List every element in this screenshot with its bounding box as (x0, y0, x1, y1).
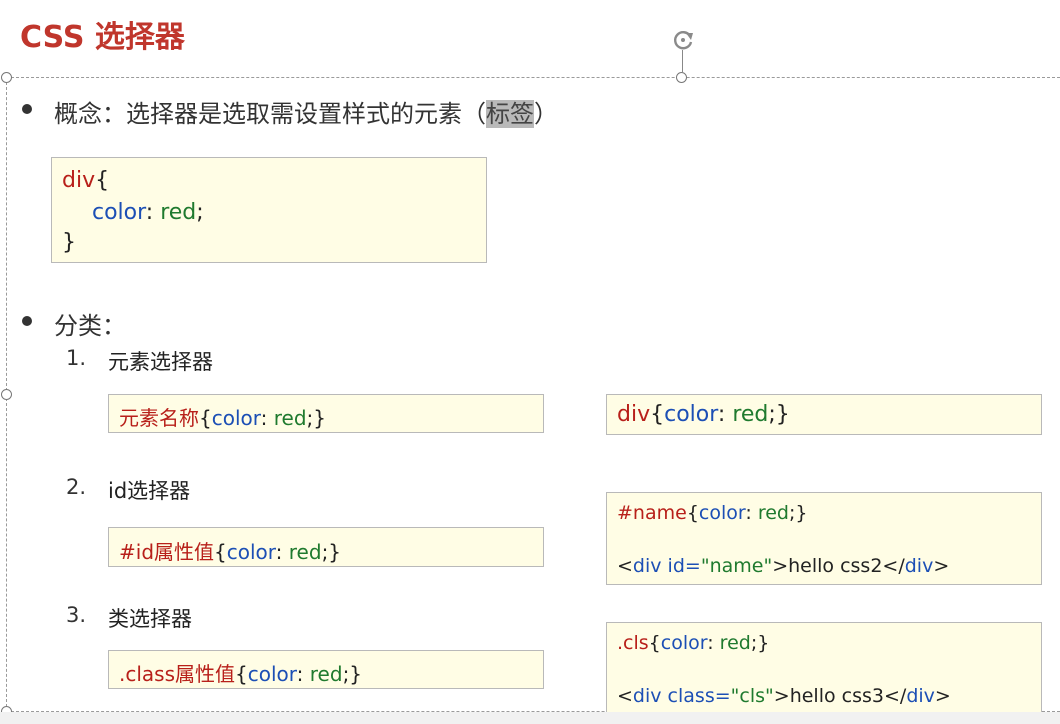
demo-box: .cls{color: red;} <div class="cls">hello… (606, 622, 1042, 714)
highlighted-word: 标签 (486, 100, 534, 128)
rotate-handle-stem (682, 50, 683, 72)
editor-bottom-edge (0, 712, 1060, 724)
example-code-box: div{ color: red; } (51, 157, 487, 263)
bullet-dot-icon (22, 104, 32, 114)
resize-handle-icon[interactable] (676, 72, 687, 83)
item-label: 元素选择器 (108, 350, 213, 374)
item-number: 2. (66, 475, 87, 499)
item-number: 3. (66, 603, 87, 627)
item-label: id选择器 (108, 479, 191, 503)
demo-code: .cls{color: red;} (617, 632, 770, 654)
bullet-dot-icon (22, 316, 32, 326)
code-line-2: color: red; (92, 200, 204, 225)
resize-handle-icon[interactable] (1, 389, 12, 400)
category-label: 分类： (54, 312, 126, 340)
code-line-1: div{ (62, 168, 110, 193)
resize-handle-icon[interactable] (1, 72, 12, 83)
demo-box: div{color: red;} (606, 394, 1042, 435)
syntax-box: .class属性值{color: red;} (108, 650, 544, 689)
concept-text: 概念：选择器是选取需设置样式的元素（标签） (54, 100, 558, 128)
demo-box: #name{color: red;} <div id="name">hello … (606, 492, 1042, 585)
selection-frame-top (6, 77, 1060, 78)
rotate-handle-icon[interactable] (670, 27, 696, 53)
syntax-code: .class属性值{color: red;} (119, 662, 363, 686)
syntax-code: 元素名称{color: red;} (119, 406, 327, 430)
syntax-box: #id属性值{color: red;} (108, 527, 544, 567)
demo-code: div{color: red;} (617, 402, 790, 427)
code-line-3: } (62, 230, 76, 255)
slide-title: CSS 选择器 (20, 20, 185, 55)
item-number: 1. (66, 346, 87, 370)
syntax-code: #id属性值{color: red;} (119, 540, 342, 564)
demo-html: <div id="name">hello css2</div> (617, 555, 950, 577)
syntax-box: 元素名称{color: red;} (108, 394, 544, 433)
demo-code: #name{color: red;} (617, 502, 808, 524)
item-label: 类选择器 (108, 607, 192, 631)
demo-html: <div class="cls">hello css3</div> (617, 685, 951, 707)
